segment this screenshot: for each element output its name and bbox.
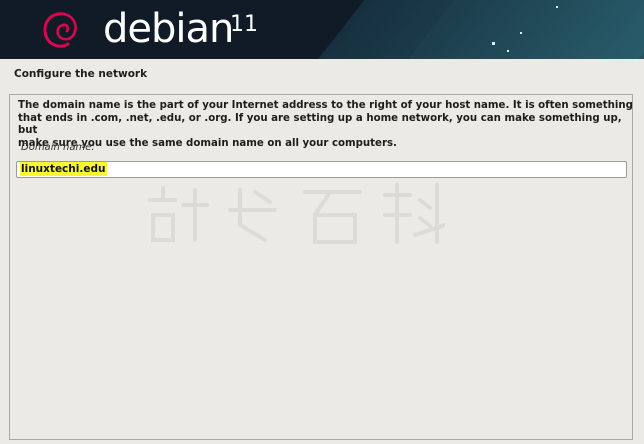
banner-sparkle — [556, 6, 558, 8]
installer-screen: debian 11 Configure the network The doma… — [0, 0, 644, 444]
description-text: The domain name is the part of your Inte… — [18, 100, 638, 150]
banner-sparkle — [507, 50, 509, 52]
header-banner: debian 11 — [0, 0, 644, 59]
description-line: that ends in .com, .net, .edu, or .org. … — [18, 112, 622, 137]
banner-sparkle — [492, 42, 495, 45]
page-title: Configure the network — [14, 68, 148, 80]
description-line: The domain name is the part of your Inte… — [18, 100, 633, 111]
watermark-graphic — [148, 183, 445, 244]
debian-swirl-icon — [43, 12, 77, 48]
debian-version: 11 — [230, 12, 258, 37]
domain-name-input[interactable]: linuxtechi.edu — [16, 161, 627, 178]
domain-name-label: Domain name: — [21, 142, 95, 153]
banner-sparkle — [520, 32, 522, 34]
debian-wordmark: debian — [103, 6, 234, 52]
domain-name-value: linuxtechi.edu — [20, 162, 108, 176]
